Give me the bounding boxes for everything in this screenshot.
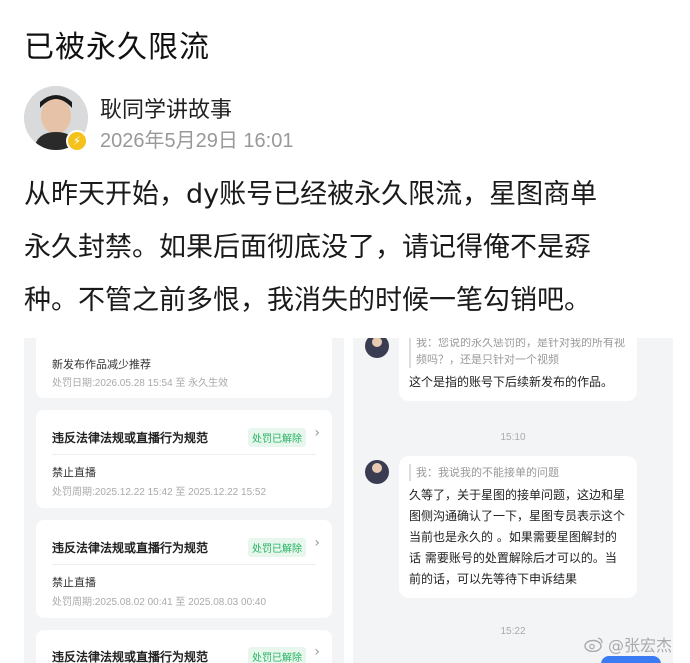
left-screenshot-image[interactable]: 新发布作品减少推荐 处罚日期:2026.05.28 15:54 至 永久生效 违… <box>24 338 344 663</box>
penalty-title: 违反法律法规或直播行为规范 <box>52 541 209 555</box>
penalty-title: 违反法律法规或直播行为规范 <box>52 650 209 663</box>
chat-timestamp: 15:10 <box>500 432 526 443</box>
penalty-card: 违反法律法规或直播行为规范 处罚已解除 › 禁止直播 处罚周期:2025.08.… <box>36 520 332 618</box>
chevron-right-icon: › <box>314 644 320 660</box>
outgoing-bubble <box>601 656 661 663</box>
post-body-line: 种。不管之前多恨，我消失的时候一笔勾销吧。 <box>24 285 591 316</box>
penalty-meta: 处罚日期:2026.05.28 15:54 至 永久生效 <box>52 378 229 389</box>
post-body-line: 永久封禁。如果后面彻底没了，请记得俺不是孬 <box>24 232 591 263</box>
penalty-card: 违反法律法规或直播行为规范 处罚已解除 › <box>36 630 332 663</box>
penalty-type: 禁止直播 <box>52 576 96 589</box>
verified-badge-icon: ⚡ <box>66 130 88 152</box>
divider <box>52 454 316 455</box>
watermark: @张宏杰 <box>584 632 672 656</box>
post-title: 已被永久限流 <box>24 30 210 65</box>
message-text: 久等了，关于星图的接单问题，这边和星图侧沟通确认了一下，星图专员表示这个当前也是… <box>409 488 626 586</box>
chevron-right-icon: › <box>314 535 320 551</box>
watermark-text: @张宏杰 <box>608 636 673 655</box>
penalty-meta: 处罚周期:2025.08.02 00:41 至 2025.08.03 00:40 <box>52 597 267 608</box>
penalty-card: 违反法律法规或直播行为规范 处罚已解除 › 禁止直播 处罚周期:2025.12.… <box>36 410 332 508</box>
divider <box>52 564 316 565</box>
penalty-card: 新发布作品减少推荐 处罚日期:2026.05.28 15:54 至 永久生效 <box>36 338 332 398</box>
weibo-icon <box>584 637 603 652</box>
chat-bubble: 我：我说我的不能接单的问题 久等了，关于星图的接单问题，这边和星图侧沟通确认了一… <box>399 456 637 598</box>
status-badge: 处罚已解除 <box>248 647 306 663</box>
message-text: 这个是指的账号下后续新发布的作品。 <box>409 375 614 389</box>
post-body-line: 从昨天开始，dy账号已经被永久限流，星图商单 <box>24 179 598 210</box>
penalty-type: 禁止直播 <box>52 466 96 479</box>
status-badge: 处罚已解除 <box>248 538 306 557</box>
penalty-title: 违反法律法规或直播行为规范 <box>52 431 209 445</box>
post-date: 2026年5月29日 16:01 <box>100 130 294 152</box>
post-body: 从昨天开始，dy账号已经被永久限流，星图商单 永久封禁。如果后面彻底没了，请记得… <box>24 168 672 327</box>
agent-avatar <box>365 460 389 484</box>
quoted-message: 我：我说我的不能接单的问题 <box>409 464 627 481</box>
right-screenshot-image[interactable]: 我：您说的永久惩罚的，是针对我的所有视频吗？，还是只针对一个视频 这个是指的账号… <box>353 338 673 663</box>
chevron-right-icon: › <box>314 425 320 441</box>
author-name[interactable]: 耿同学讲故事 <box>100 92 232 124</box>
penalty-type: 新发布作品减少推荐 <box>52 358 151 371</box>
chat-bubble: 我：您说的永久惩罚的，是针对我的所有视频吗？，还是只针对一个视频 这个是指的账号… <box>399 338 637 401</box>
quoted-message: 我：您说的永久惩罚的，是针对我的所有视频吗？，还是只针对一个视频 <box>409 338 627 368</box>
penalty-meta: 处罚周期:2025.12.22 15:42 至 2025.12.22 15:52 <box>52 487 267 498</box>
agent-avatar <box>365 338 389 358</box>
status-badge: 处罚已解除 <box>248 428 306 447</box>
